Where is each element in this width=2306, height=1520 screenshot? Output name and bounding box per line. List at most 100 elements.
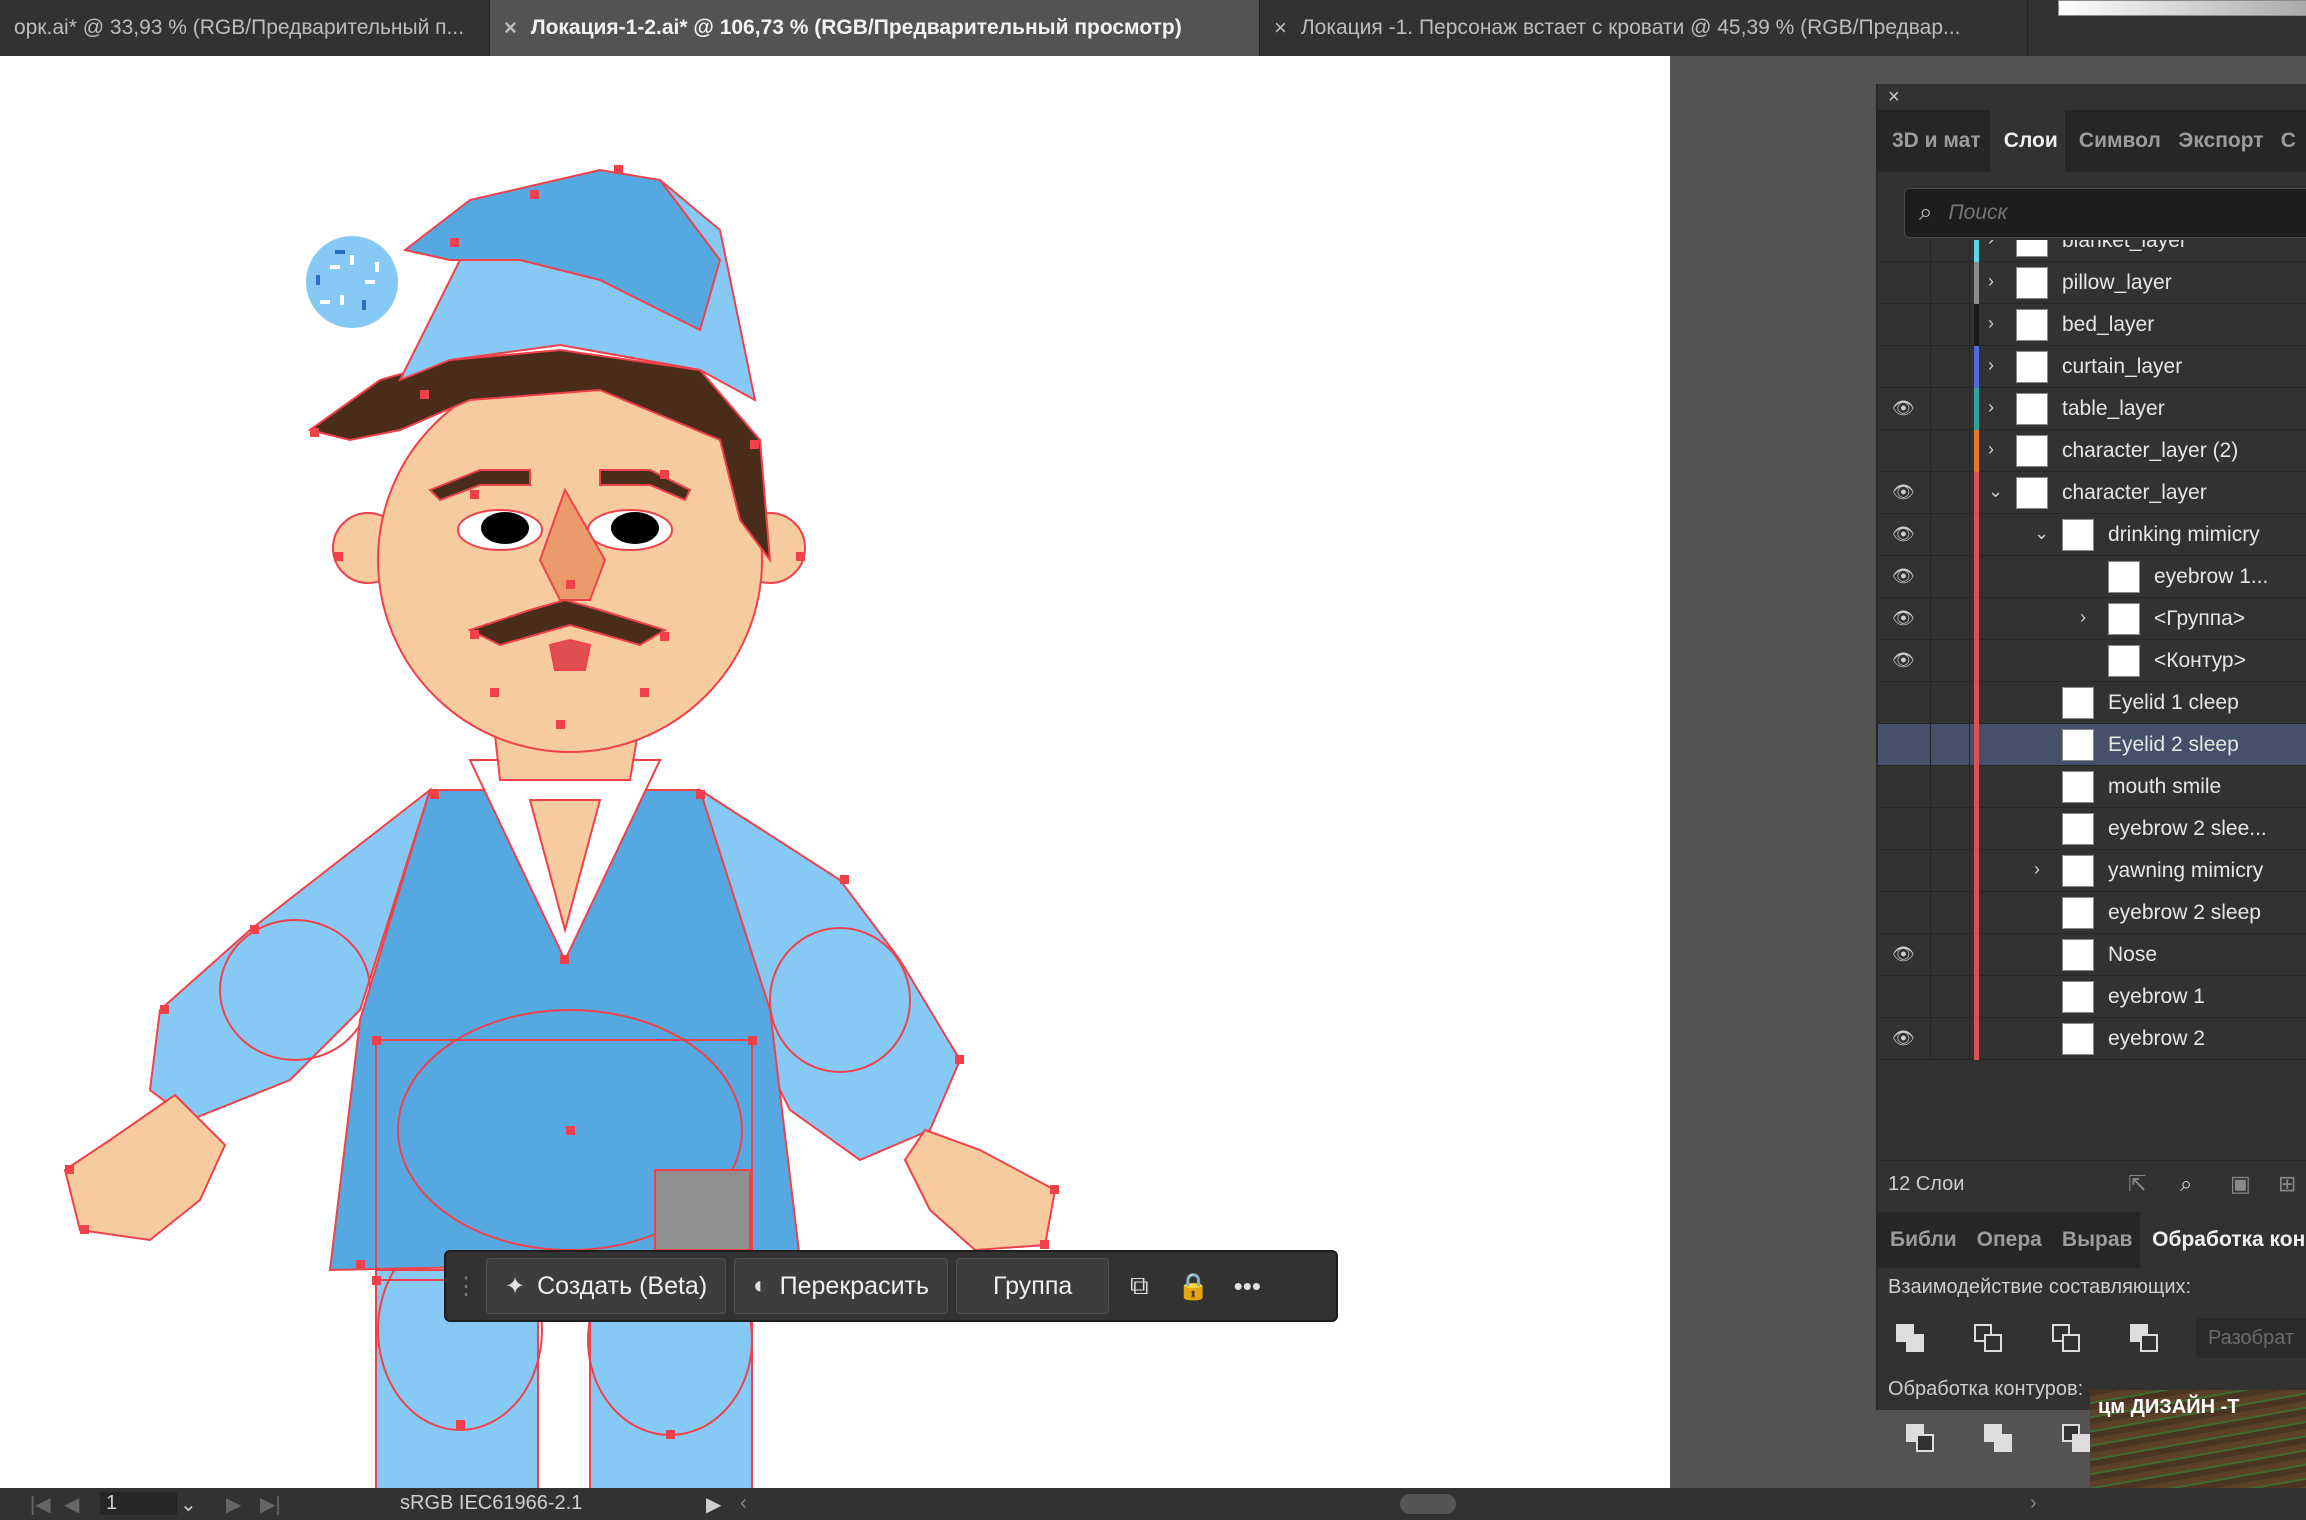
layer-lock-slot[interactable] bbox=[1930, 934, 1970, 976]
group-button[interactable]: Группа bbox=[956, 1258, 1110, 1314]
layer-row[interactable]: 👁 eyebrow 1... bbox=[1878, 556, 2306, 598]
layer-row[interactable]: › blanket_layer bbox=[1878, 240, 2306, 262]
layer-row[interactable]: Eyelid 1 cleep bbox=[1878, 682, 2306, 724]
expand-chevron-icon[interactable]: › bbox=[1988, 240, 1994, 250]
search-input[interactable] bbox=[1946, 200, 2251, 226]
layer-lock-slot[interactable] bbox=[1930, 850, 1970, 892]
layer-lock-slot[interactable] bbox=[1930, 808, 1970, 850]
layer-lock-slot[interactable] bbox=[1930, 240, 1970, 262]
expand-chevron-icon[interactable]: › bbox=[1988, 397, 1994, 418]
layer-row[interactable]: 👁 Nose bbox=[1878, 934, 2306, 976]
layer-row[interactable]: 👁 eyebrow 2 bbox=[1878, 1018, 2306, 1060]
visibility-eye-icon[interactable]: 👁 bbox=[1892, 524, 1922, 544]
drag-handle-icon[interactable]: ⋮ bbox=[454, 1272, 478, 1301]
last-artboard-icon[interactable]: ▶| bbox=[260, 1492, 281, 1517]
lock-icon[interactable]: 🔒 bbox=[1169, 1262, 1217, 1310]
layer-row[interactable]: 👁 <Контур> bbox=[1878, 640, 2306, 682]
layer-row[interactable]: Eyelid 2 sleep bbox=[1878, 724, 2306, 766]
layer-row[interactable]: 👁 ⌄ drinking mimicry bbox=[1878, 514, 2306, 556]
panel-close-icon[interactable]: × bbox=[1888, 86, 1900, 109]
merge-icon[interactable] bbox=[2062, 1424, 2092, 1454]
close-icon[interactable]: × bbox=[504, 15, 517, 41]
artboard-number-field[interactable]: 1 bbox=[100, 1492, 178, 1515]
visibility-eye-icon[interactable] bbox=[1892, 860, 1922, 880]
visibility-eye-icon[interactable] bbox=[1892, 272, 1922, 292]
recolor-button[interactable]: ◐ Перекрасить bbox=[734, 1258, 949, 1314]
layer-row[interactable]: eyebrow 1 bbox=[1878, 976, 2306, 1018]
layer-row[interactable]: › bed_layer bbox=[1878, 304, 2306, 346]
document-tab-3[interactable]: × Локация -1. Персонаж встает с кровати … bbox=[1260, 0, 2028, 56]
visibility-eye-icon[interactable] bbox=[1892, 986, 1922, 1006]
chevron-down-icon[interactable]: ⌄ bbox=[180, 1492, 197, 1517]
scroll-left-icon[interactable]: ‹ bbox=[740, 1492, 747, 1515]
next-artboard-icon[interactable]: ▶ bbox=[226, 1492, 241, 1517]
expand-chevron-icon[interactable]: ⌄ bbox=[2034, 523, 2049, 544]
visibility-eye-icon[interactable]: 👁 bbox=[1892, 482, 1922, 502]
tab-align[interactable]: Вырав bbox=[2050, 1212, 2140, 1268]
tab-layers[interactable]: Слои bbox=[1989, 110, 2065, 172]
divide-icon[interactable] bbox=[1906, 1424, 1936, 1454]
layer-lock-slot[interactable] bbox=[1930, 1018, 1970, 1060]
status-menu-icon[interactable]: ▶ bbox=[706, 1492, 721, 1517]
tab-symbols[interactable]: Символ bbox=[2065, 110, 2164, 172]
tab-libraries[interactable]: Библи bbox=[1878, 1212, 1965, 1268]
unite-icon[interactable] bbox=[1896, 1324, 1926, 1354]
export-icon[interactable]: ⇱ bbox=[2128, 1171, 2146, 1197]
visibility-eye-icon[interactable] bbox=[1892, 440, 1922, 460]
pocket[interactable] bbox=[654, 1169, 751, 1251]
visibility-eye-icon[interactable]: 👁 bbox=[1892, 1028, 1922, 1048]
visibility-eye-icon[interactable] bbox=[1892, 776, 1922, 796]
layer-lock-slot[interactable] bbox=[1930, 976, 1970, 1018]
left-hand[interactable] bbox=[63, 1093, 227, 1242]
tab-export[interactable]: Экспорт bbox=[2164, 110, 2266, 172]
visibility-eye-icon[interactable] bbox=[1892, 902, 1922, 922]
layer-lock-slot[interactable] bbox=[1930, 262, 1970, 304]
locate-object-icon[interactable]: ⌕ bbox=[2180, 1171, 2192, 1197]
tab-operations[interactable]: Опера bbox=[1965, 1212, 2050, 1268]
document-tab-1[interactable]: орк.ai* @ 33,93 % (RGB/Предварительный п… bbox=[0, 0, 490, 56]
previous-artboard-icon[interactable]: ◀ bbox=[64, 1492, 79, 1517]
visibility-eye-icon[interactable]: 👁 bbox=[1892, 398, 1922, 418]
layer-lock-slot[interactable] bbox=[1930, 430, 1970, 472]
new-sublayer-icon[interactable]: ⊞ bbox=[2278, 1171, 2296, 1197]
expand-chevron-icon[interactable]: › bbox=[2034, 859, 2040, 880]
visibility-eye-icon[interactable] bbox=[1892, 734, 1922, 754]
visibility-eye-icon[interactable] bbox=[1892, 692, 1922, 712]
close-icon[interactable]: × bbox=[1274, 15, 1287, 41]
clipping-mask-icon[interactable]: ▣ bbox=[2230, 1171, 2251, 1197]
expand-chevron-icon[interactable]: › bbox=[1988, 313, 1994, 334]
expand-chevron-icon[interactable]: › bbox=[2080, 607, 2086, 628]
visibility-eye-icon[interactable]: 👁 bbox=[1892, 566, 1922, 586]
first-artboard-icon[interactable]: |◀ bbox=[30, 1492, 51, 1517]
minus-front-icon[interactable] bbox=[1974, 1324, 2004, 1354]
visibility-eye-icon[interactable] bbox=[1892, 818, 1922, 838]
layer-row[interactable]: › character_layer (2) bbox=[1878, 430, 2306, 472]
layer-row[interactable]: 👁 › table_layer bbox=[1878, 388, 2306, 430]
more-options-icon[interactable]: ••• bbox=[1223, 1262, 1271, 1310]
layer-row[interactable]: mouth smile bbox=[1878, 766, 2306, 808]
layer-lock-slot[interactable] bbox=[1930, 388, 1970, 430]
expand-button[interactable]: Разобрат bbox=[2196, 1318, 2306, 1358]
trim-icon[interactable] bbox=[1984, 1424, 2014, 1454]
layer-row[interactable]: 👁 ⌄ character_layer bbox=[1878, 472, 2306, 514]
layer-lock-slot[interactable] bbox=[1930, 556, 1970, 598]
horizontal-scroll-thumb[interactable] bbox=[1400, 1494, 1456, 1514]
tab-more[interactable]: С bbox=[2267, 110, 2306, 172]
visibility-eye-icon[interactable] bbox=[1892, 314, 1922, 334]
document-tab-2[interactable]: × Локация-1-2.ai* @ 106,73 % (RGB/Предва… bbox=[490, 0, 1260, 56]
layer-lock-slot[interactable] bbox=[1930, 892, 1970, 934]
mouth[interactable] bbox=[548, 638, 592, 671]
scroll-right-icon[interactable]: › bbox=[2030, 1492, 2037, 1515]
layer-lock-slot[interactable] bbox=[1930, 472, 1970, 514]
layer-lock-slot[interactable] bbox=[1930, 766, 1970, 808]
layer-lock-slot[interactable] bbox=[1930, 346, 1970, 388]
layer-lock-slot[interactable] bbox=[1930, 640, 1970, 682]
layer-row[interactable]: eyebrow 2 slee... bbox=[1878, 808, 2306, 850]
exclude-icon[interactable] bbox=[2130, 1324, 2160, 1354]
visibility-eye-icon[interactable]: 👁 bbox=[1892, 608, 1922, 628]
layer-row[interactable]: › curtain_layer bbox=[1878, 346, 2306, 388]
layer-row[interactable]: eyebrow 2 sleep bbox=[1878, 892, 2306, 934]
visibility-eye-icon[interactable] bbox=[1892, 240, 1922, 250]
layer-row[interactable]: › pillow_layer bbox=[1878, 262, 2306, 304]
generate-beta-button[interactable]: ✦ Создать (Beta) bbox=[486, 1258, 727, 1314]
